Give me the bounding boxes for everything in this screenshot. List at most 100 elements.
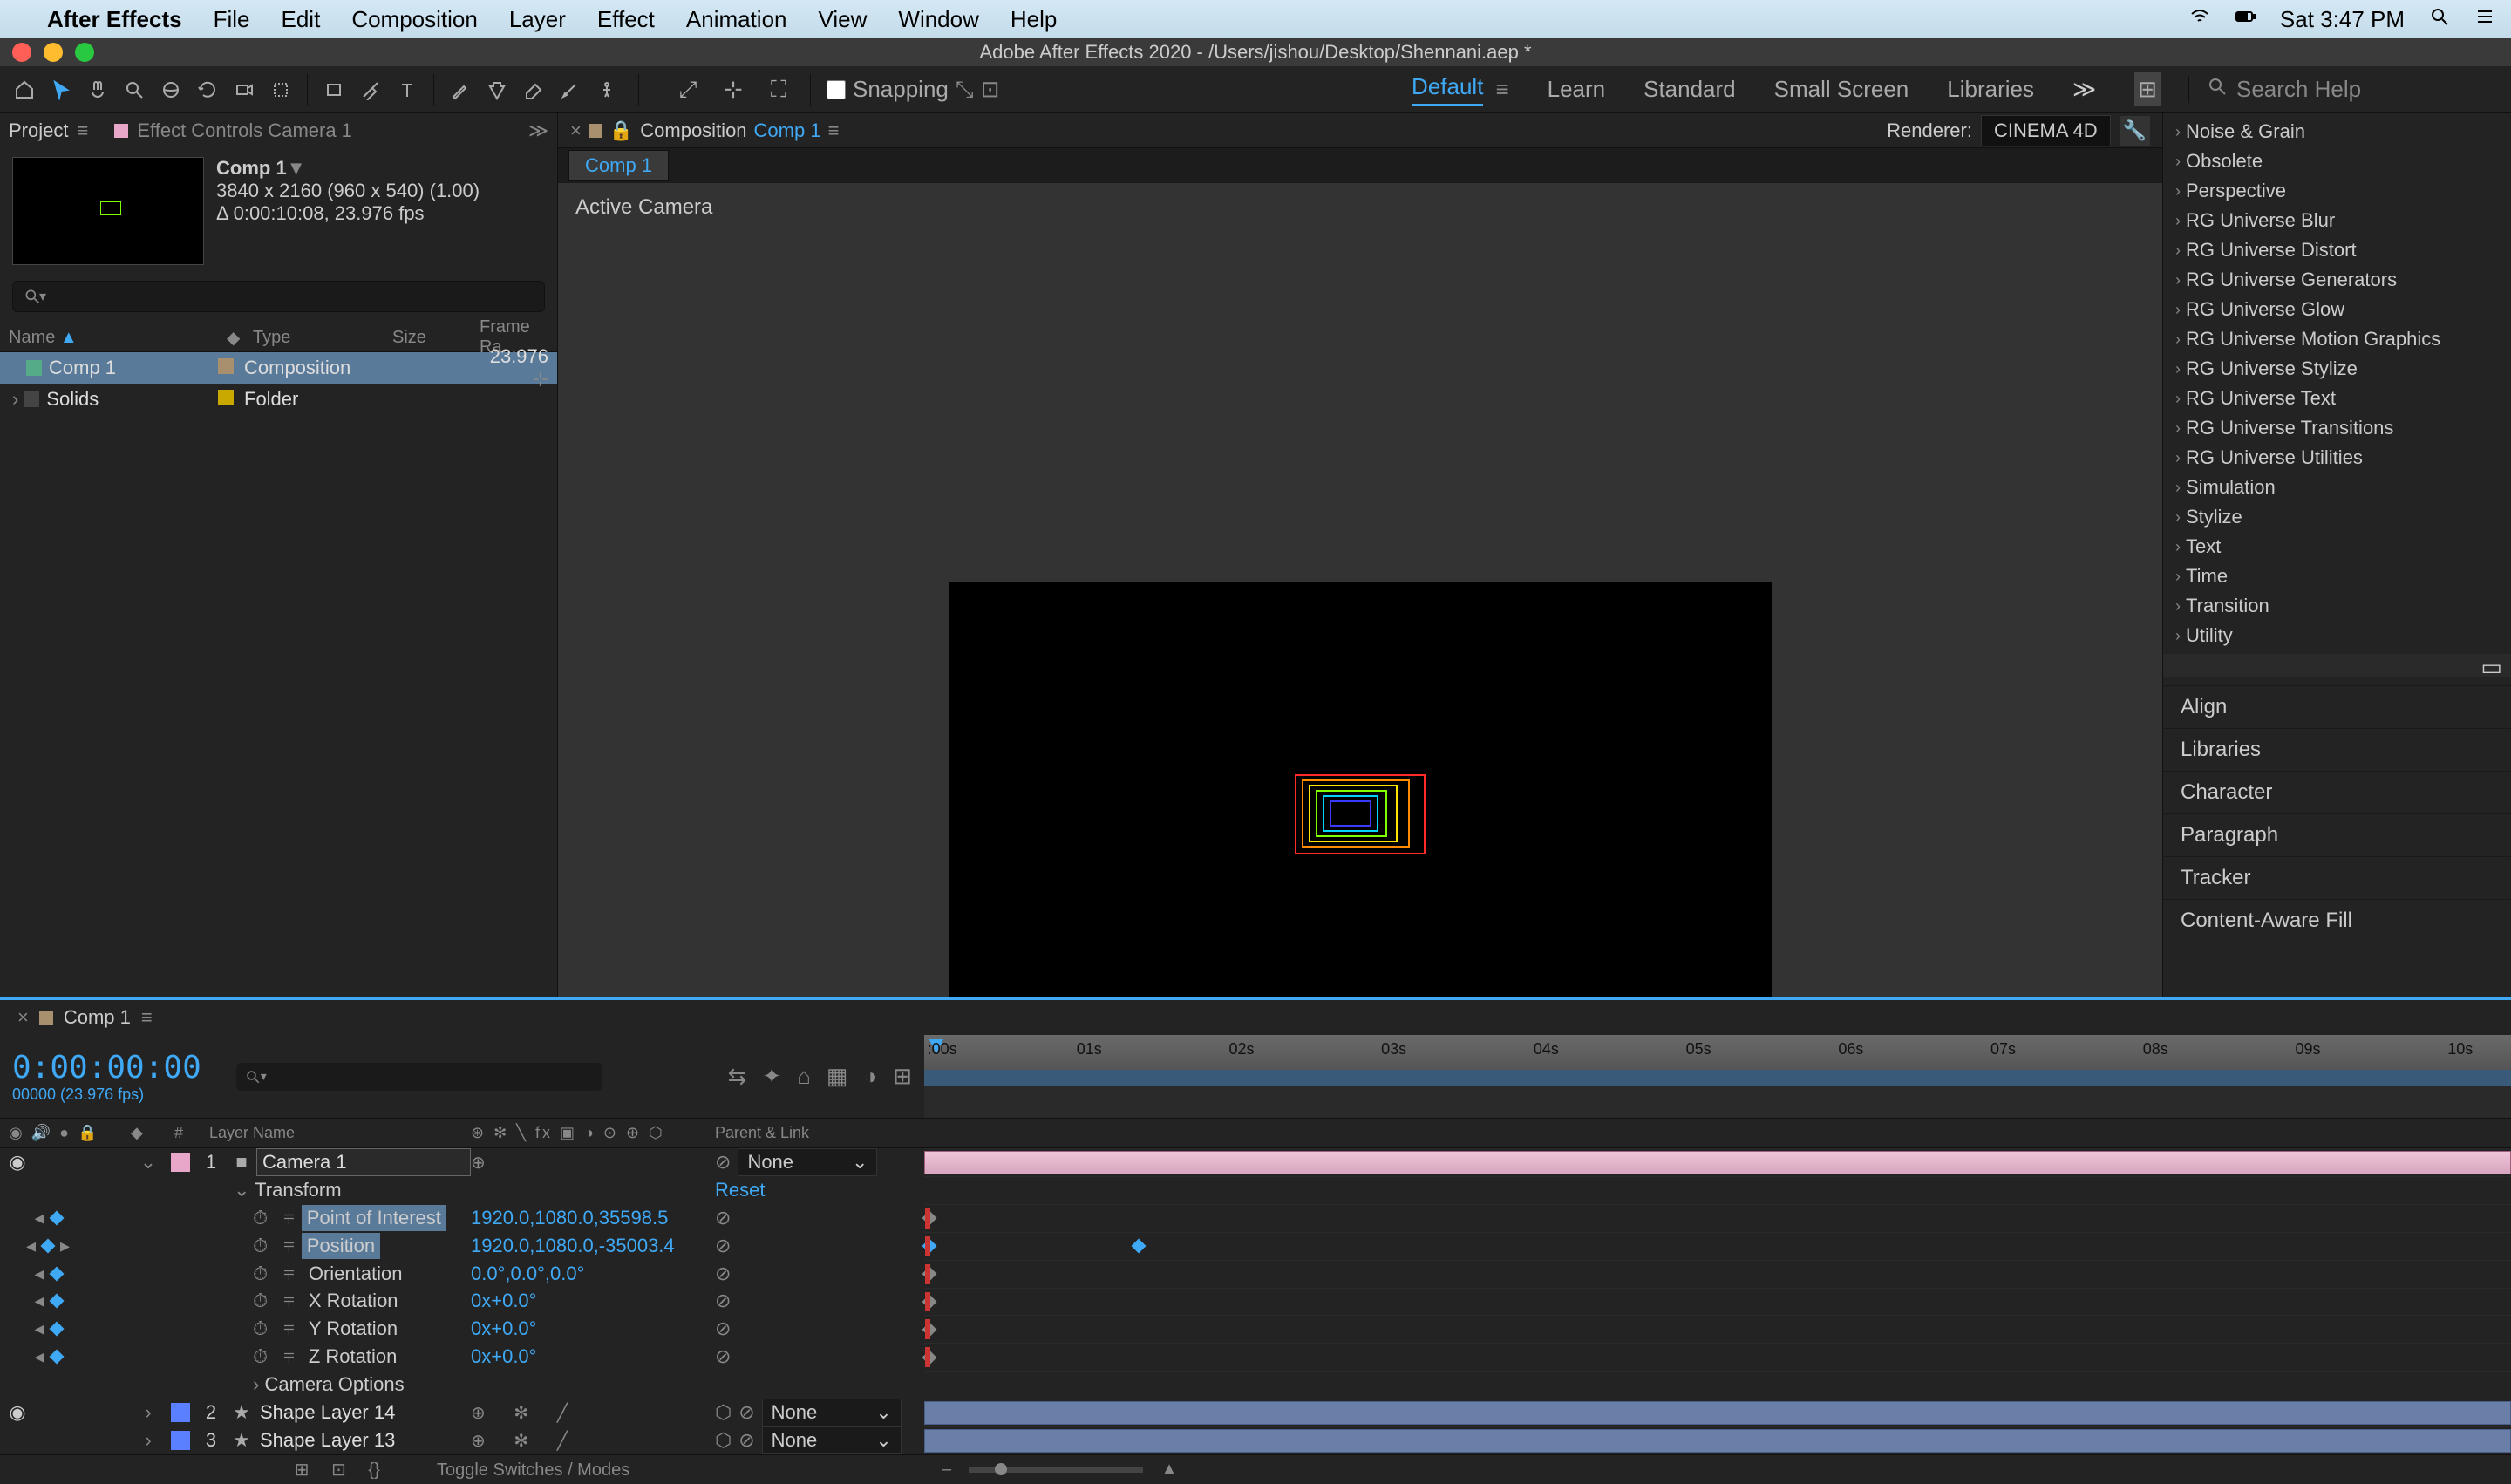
puppet-tool[interactable]	[591, 74, 623, 106]
time-ruler[interactable]: ▼ :00s 01s 02s 03s 04s 05s 06s 07s 08s 0…	[924, 1035, 2511, 1118]
orbit-tool[interactable]	[155, 74, 187, 106]
minimize-window[interactable]	[44, 43, 63, 62]
app-name[interactable]: After Effects	[47, 6, 182, 33]
brush-tool[interactable]	[445, 74, 476, 106]
snap-opt2-icon[interactable]: ⊡	[981, 76, 1000, 103]
lock-column-icon[interactable]: 🔒	[78, 1124, 97, 1142]
menu-layer[interactable]: Layer	[509, 6, 566, 33]
timeline-row[interactable]: ◉ ⌄ 1 ■ Camera 1 ⊕ ⊘ None⌄	[0, 1148, 2511, 1176]
effect-cat[interactable]: ›Text	[2163, 532, 2511, 562]
workspace-default-menu[interactable]: ≡	[1495, 76, 1508, 103]
timeline-row[interactable]: ◂ ▸ ⏱⫩ Position 1920.0,1080.0,-35003.4 ⊘	[0, 1232, 2511, 1260]
timeline-row[interactable]: ◂ ⏱⫩ Point of Interest 1920.0,1080.0,355…	[0, 1204, 2511, 1232]
close-tab-icon[interactable]: ×	[570, 119, 582, 142]
project-item-comp[interactable]: Comp 1 Composition 23.976 ⊹	[0, 352, 557, 384]
snapping-checkbox[interactable]	[827, 80, 846, 99]
col-type[interactable]: Type	[244, 328, 384, 348]
motion-blur-icon[interactable]: ◑	[863, 1063, 877, 1090]
panel-tracker[interactable]: Tracker	[2163, 856, 2511, 899]
eye-column-icon[interactable]: ◉	[9, 1124, 23, 1142]
clock[interactable]: Sat 3:47 PM	[2280, 6, 2405, 33]
world-axis-icon[interactable]: ⊹	[718, 74, 749, 106]
roto-brush-tool[interactable]	[555, 74, 586, 106]
view-axis-icon[interactable]: ⛶	[763, 74, 794, 106]
workspace-libraries[interactable]: Libraries	[1947, 76, 2034, 103]
effect-cat[interactable]: ›RG Universe Distort	[2163, 235, 2511, 265]
local-axis-icon[interactable]: ⤢	[672, 74, 704, 106]
effect-cat[interactable]: ›Obsolete	[2163, 146, 2511, 176]
menu-animation[interactable]: Animation	[686, 6, 787, 33]
new-bin-icon[interactable]: ▭	[2163, 654, 2511, 677]
menu-view[interactable]: View	[819, 6, 868, 33]
timeline-timecode[interactable]: 0:00:00:00	[12, 1050, 201, 1086]
hand-tool[interactable]	[82, 74, 113, 106]
effect-cat[interactable]: ›Utility	[2163, 621, 2511, 650]
effect-cat[interactable]: ›RG Universe Generators	[2163, 265, 2511, 295]
workspace-overflow-icon[interactable]: ≫	[2072, 76, 2096, 103]
rectangle-tool[interactable]	[318, 74, 350, 106]
snap-opt-icon[interactable]: ⤡	[956, 76, 974, 104]
comp-minitab[interactable]: Comp 1	[568, 150, 669, 181]
comp-thumbnail[interactable]	[12, 157, 204, 265]
parent-column[interactable]: Parent & Link	[715, 1124, 924, 1142]
zoom-tool[interactable]	[119, 74, 150, 106]
timeline-tab[interactable]: Comp 1	[64, 1006, 131, 1029]
comp-panel-name[interactable]: Comp 1	[754, 119, 821, 142]
timeline-row[interactable]: › 3 ★ Shape Layer 13 ⊕ ✻ ╱ ⬡ ⊘ None⌄	[0, 1426, 2511, 1454]
pen-tool[interactable]	[355, 74, 386, 106]
lock-icon[interactable]: 🔒	[609, 119, 633, 142]
menu-window[interactable]: Window	[898, 6, 978, 33]
col-label-icon[interactable]: ◆	[218, 327, 244, 349]
project-search-input[interactable]: ▾	[12, 281, 545, 312]
rotation-tool[interactable]	[192, 74, 223, 106]
search-help-input[interactable]: Search Help	[2236, 76, 2361, 103]
audio-column-icon[interactable]: 🔊	[31, 1124, 51, 1142]
toggle-switches-icon2[interactable]: ⊡	[331, 1460, 346, 1480]
solo-column-icon[interactable]: ●	[59, 1124, 69, 1142]
effect-cat[interactable]: ›Transition	[2163, 591, 2511, 621]
effect-cat[interactable]: ›RG Universe Text	[2163, 384, 2511, 413]
panel-align[interactable]: Align	[2163, 685, 2511, 728]
pan-behind-tool[interactable]	[265, 74, 296, 106]
timeline-row[interactable]: ◂ ⏱⫩ Orientation 0.0°,0.0°,0.0° ⊘	[0, 1260, 2511, 1288]
col-size[interactable]: Size	[384, 328, 471, 348]
layer-bar[interactable]	[924, 1429, 2511, 1453]
workspace-reset-icon[interactable]: ⊞	[2134, 72, 2161, 106]
keyframe[interactable]	[1132, 1239, 1147, 1254]
col-name[interactable]: Name ▲	[0, 328, 218, 348]
panel-paragraph[interactable]: Paragraph	[2163, 813, 2511, 856]
project-tab[interactable]: Project ≡	[9, 119, 88, 142]
home-button[interactable]	[9, 74, 40, 106]
timeline-menu-icon[interactable]: ≡	[141, 1006, 153, 1029]
zoom-out-icon[interactable]: –	[942, 1460, 951, 1480]
close-window[interactable]	[12, 43, 31, 62]
menu-file[interactable]: File	[214, 6, 250, 33]
effect-cat[interactable]: ›Stylize	[2163, 502, 2511, 532]
timeline-row[interactable]: ◂ ⏱⫩ Y Rotation 0x+0.0° ⊘	[0, 1315, 2511, 1343]
workspace-learn[interactable]: Learn	[1548, 76, 1606, 103]
clone-stamp-tool[interactable]	[481, 74, 513, 106]
toggle-switches-icon[interactable]: ⊞	[295, 1460, 310, 1480]
effect-controls-tab[interactable]: Effect Controls Camera 1	[114, 119, 352, 142]
effect-cat[interactable]: ›RG Universe Blur	[2163, 206, 2511, 235]
maximize-window[interactable]	[75, 43, 94, 62]
selection-tool[interactable]	[45, 74, 77, 106]
unified-camera-tool[interactable]	[228, 74, 260, 106]
effect-cat[interactable]: ›RG Universe Transitions	[2163, 413, 2511, 443]
eraser-tool[interactable]	[518, 74, 549, 106]
effect-cat[interactable]: ›RG Universe Glow	[2163, 295, 2511, 324]
spotlight-icon[interactable]	[2429, 6, 2450, 33]
graph-editor-icon[interactable]: ⊞	[893, 1063, 912, 1090]
panel-libraries[interactable]: Libraries	[2163, 728, 2511, 771]
timeline-row[interactable]: ◂ ⏱⫩ Z Rotation 0x+0.0° ⊘	[0, 1343, 2511, 1371]
effect-cat[interactable]: ›Simulation	[2163, 473, 2511, 502]
renderer-dropdown[interactable]: CINEMA 4D	[1981, 115, 2111, 146]
work-area-bar[interactable]	[924, 1070, 2511, 1086]
effect-cat[interactable]: ›RG Universe Motion Graphics	[2163, 324, 2511, 354]
workspace-default[interactable]: Default	[1412, 73, 1483, 106]
toggle-switches-icon3[interactable]: {}	[368, 1460, 379, 1480]
switches-column[interactable]: ⊛ ✻ ╲ fx ▣ ◑ ⊙ ⊕ ⬡	[471, 1124, 715, 1142]
effect-cat[interactable]: ›RG Universe Utilities	[2163, 443, 2511, 473]
menu-help[interactable]: Help	[1011, 6, 1057, 33]
timeline-search[interactable]: ▾	[236, 1063, 602, 1091]
